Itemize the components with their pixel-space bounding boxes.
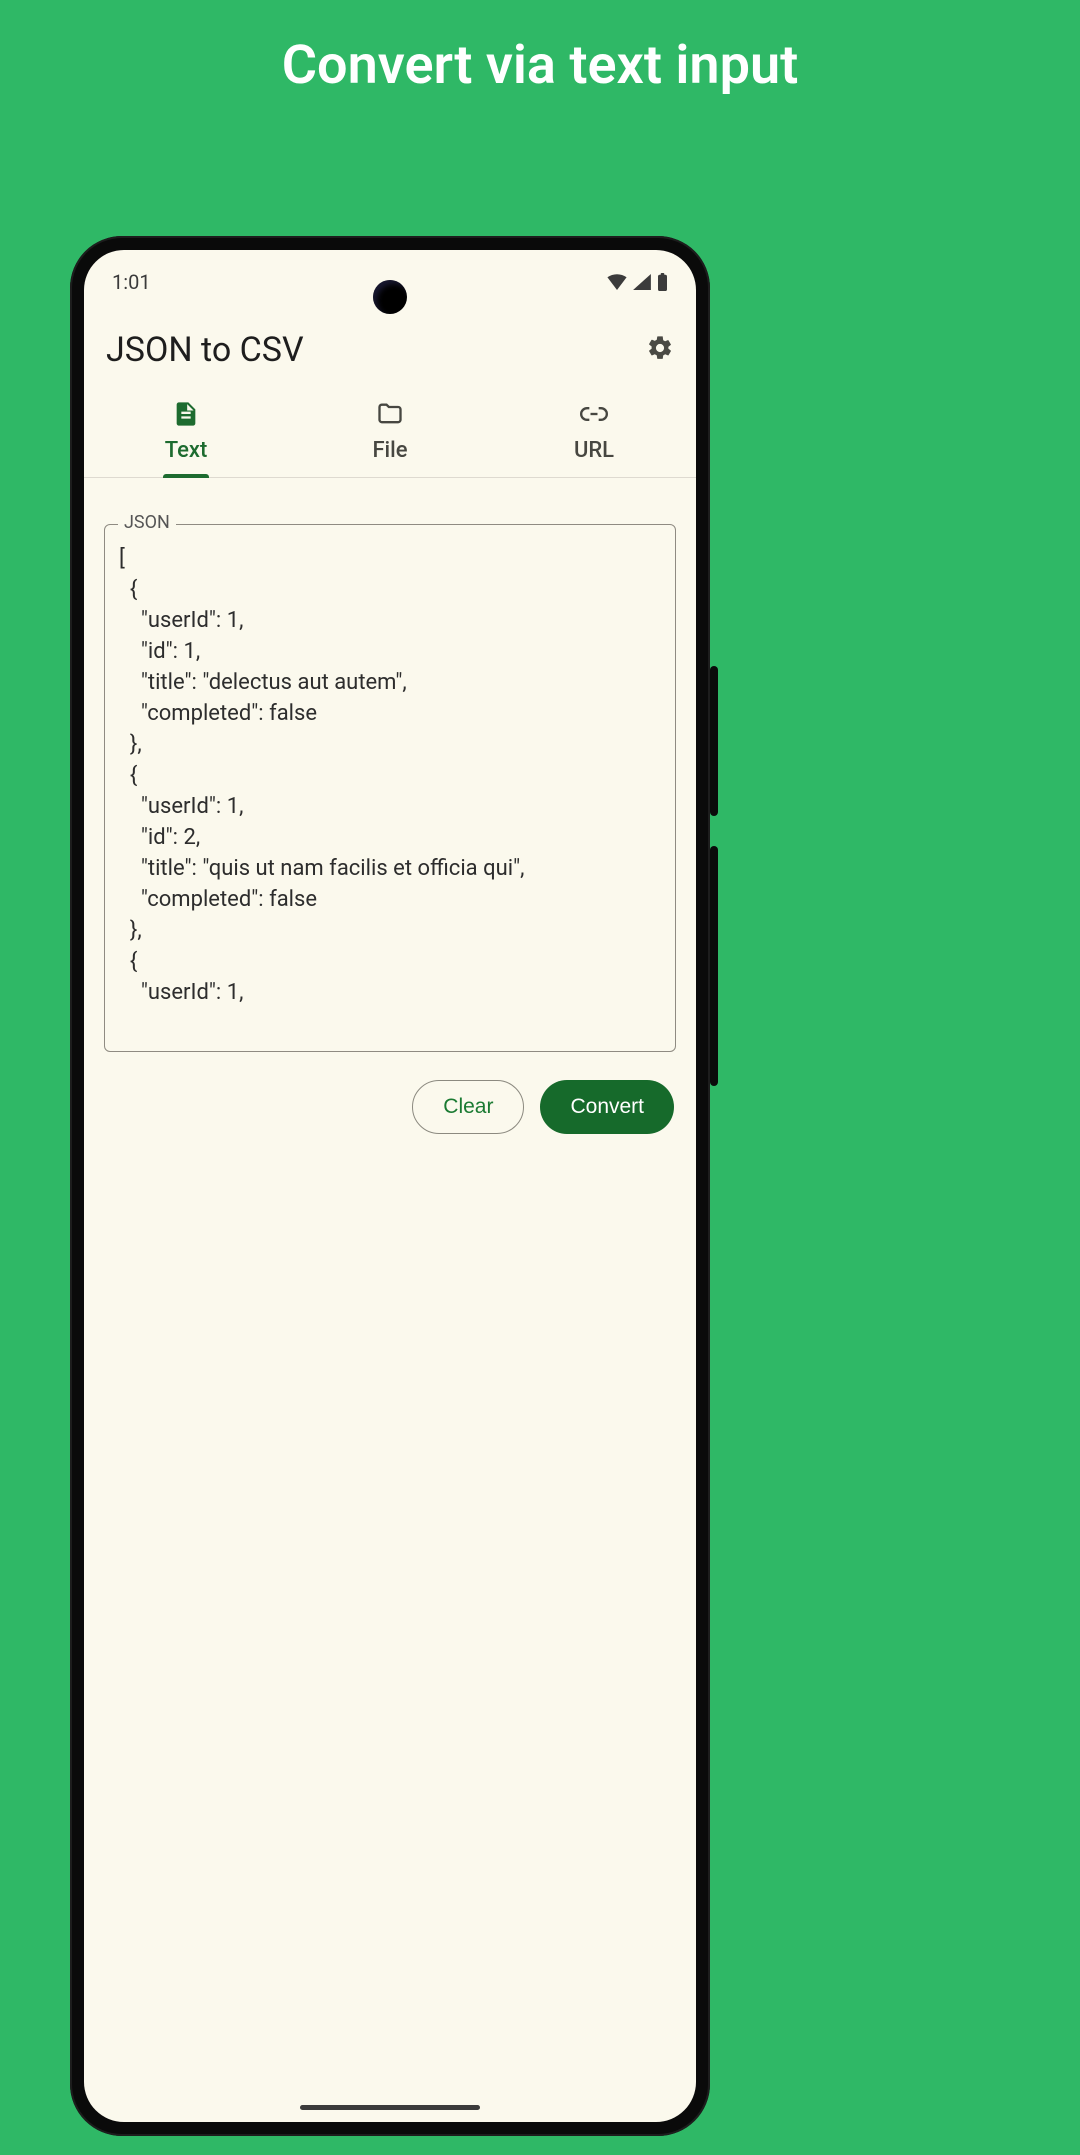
cellular-icon — [633, 274, 651, 290]
text-snippet-icon — [172, 400, 200, 428]
tab-label: URL — [574, 438, 614, 463]
folder-icon — [376, 400, 404, 428]
json-input[interactable] — [104, 524, 676, 1052]
phone-screen: 1:01 JSON to CSV Text File — [84, 250, 696, 2122]
nav-pill — [300, 2105, 480, 2110]
app-title: JSON to CSV — [106, 330, 304, 370]
tab-label: Text — [165, 438, 208, 463]
promo-title: Convert via text input — [0, 0, 1080, 97]
phone-volume-button — [710, 846, 718, 1086]
action-row: Clear Convert — [84, 1056, 696, 1158]
battery-icon — [657, 273, 668, 291]
wifi-icon — [607, 274, 627, 290]
phone-camera-cutout — [373, 280, 407, 314]
tab-url[interactable]: URL — [492, 388, 696, 477]
json-field-label: JSON — [118, 512, 176, 533]
settings-button[interactable] — [646, 334, 674, 366]
tab-file[interactable]: File — [288, 388, 492, 477]
app-header: JSON to CSV — [84, 302, 696, 388]
gear-icon — [646, 334, 674, 362]
statusbar-icons — [607, 273, 668, 291]
json-field: JSON — [104, 524, 676, 1056]
tab-text[interactable]: Text — [84, 388, 288, 477]
phone-frame: 1:01 JSON to CSV Text File — [70, 236, 710, 2136]
phone-power-button — [710, 666, 718, 816]
tab-label: File — [372, 438, 407, 463]
clear-button[interactable]: Clear — [412, 1080, 524, 1134]
convert-button[interactable]: Convert — [540, 1080, 674, 1134]
tabs: Text File URL — [84, 388, 696, 478]
link-icon — [580, 400, 608, 428]
statusbar-time: 1:01 — [112, 270, 151, 294]
